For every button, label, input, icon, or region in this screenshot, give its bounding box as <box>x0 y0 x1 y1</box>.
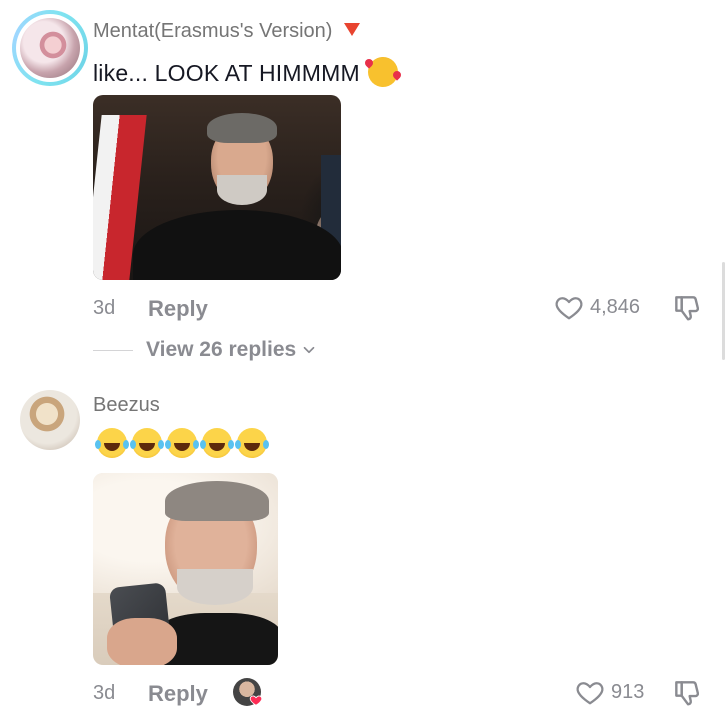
face-with-tears-of-joy-icon <box>235 428 267 458</box>
comment-age: 3d <box>93 682 116 704</box>
reply-button[interactable]: Reply <box>148 681 208 707</box>
comment-item: Beezus 3d Reply 913 <box>0 0 728 728</box>
creator-liked-heart-icon <box>249 695 263 706</box>
avatar[interactable] <box>20 390 80 450</box>
like-button[interactable]: 913 <box>575 677 644 707</box>
face-with-tears-of-joy-icon <box>95 428 127 458</box>
username-label: Beezus <box>93 394 160 416</box>
comment-text <box>95 428 272 458</box>
comment-photo[interactable] <box>93 473 278 665</box>
username[interactable]: Beezus <box>93 394 160 417</box>
heart-outline-icon <box>576 682 604 705</box>
face-with-tears-of-joy-icon <box>200 428 232 458</box>
face-with-tears-of-joy-icon <box>130 428 162 458</box>
dislike-icon[interactable] <box>671 677 703 709</box>
like-count: 913 <box>611 680 645 703</box>
face-with-tears-of-joy-icon <box>165 428 197 458</box>
